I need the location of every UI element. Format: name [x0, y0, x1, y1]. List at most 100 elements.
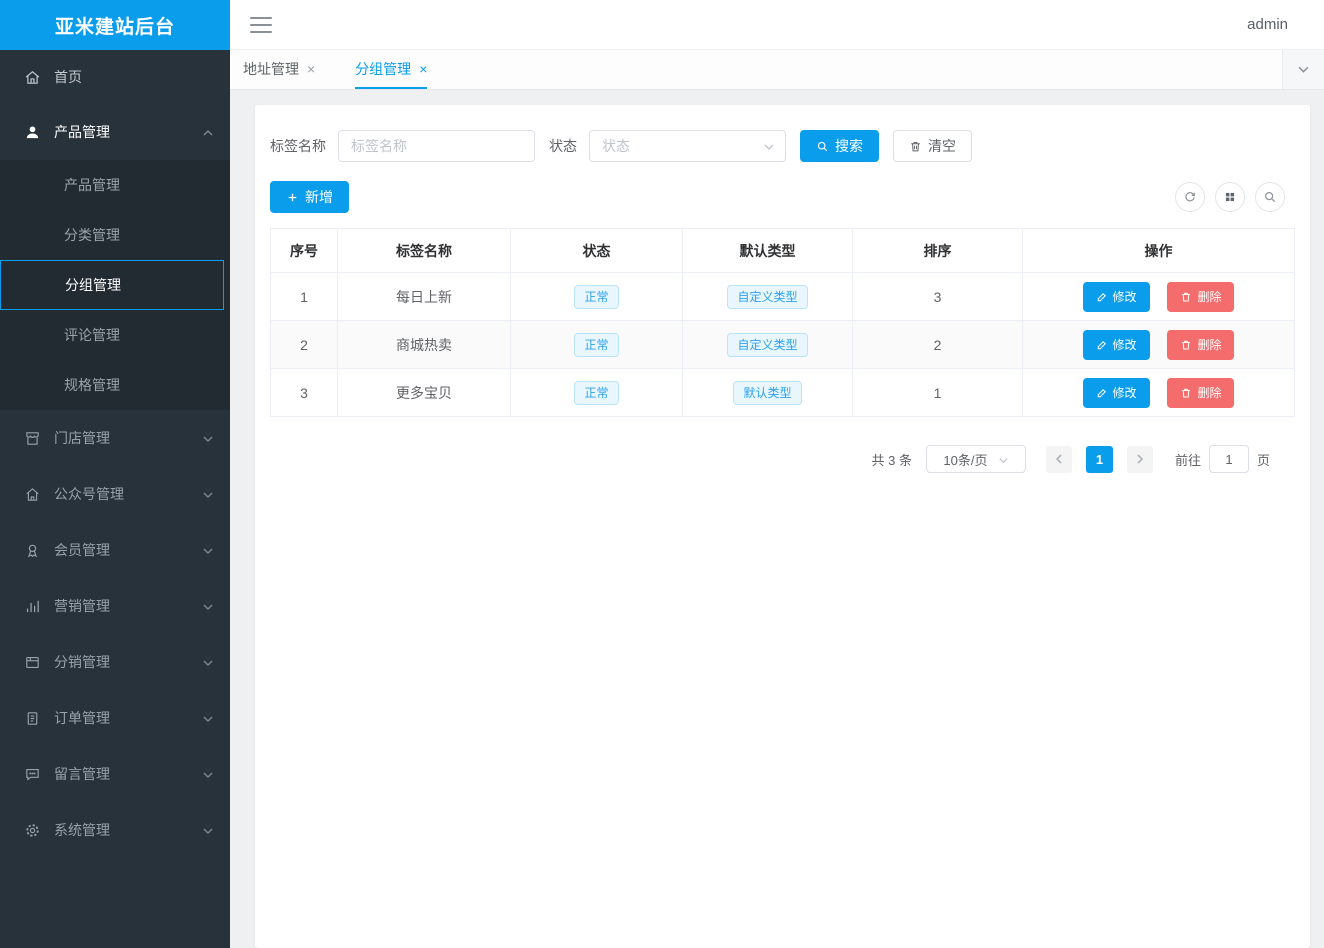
pagination: 共 3 条 10条/页 1 前往 页: [270, 445, 1295, 473]
cell-no: 1: [271, 273, 338, 321]
search-icon: [1263, 190, 1277, 204]
sidebar-item-label: 留言管理: [54, 764, 202, 784]
chevron-left-icon: [1053, 453, 1065, 465]
sidebar-item-products[interactable]: 产品管理: [0, 104, 230, 160]
sidebar-subitem-group-mgmt[interactable]: 分组管理: [0, 260, 224, 310]
app-logo-title: 亚米建站后台: [0, 0, 230, 50]
column-header-status: 状态: [511, 229, 683, 273]
status-select-placeholder: 状态: [602, 136, 630, 156]
delete-button[interactable]: 删除: [1167, 330, 1234, 360]
hamburger-menu-icon[interactable]: [250, 17, 272, 33]
sidebar-subitem-comment-mgmt[interactable]: 评论管理: [0, 310, 230, 360]
sidebar-item-label: 系统管理: [54, 820, 202, 840]
table-row: 3 更多宝贝 正常 默认类型 1 修改 删除: [271, 369, 1295, 417]
search-button[interactable]: 搜索: [800, 130, 879, 162]
refresh-icon: [1183, 190, 1197, 204]
content-card: 标签名称 状态 状态 搜索 清空: [255, 105, 1310, 948]
card-icon: [24, 654, 41, 671]
user-icon: [24, 124, 41, 141]
add-button-label: 新增: [305, 187, 333, 207]
edit-button[interactable]: 修改: [1083, 378, 1150, 408]
sidebar-item-messages[interactable]: 留言管理: [0, 746, 230, 802]
sidebar-item-stores[interactable]: 门店管理: [0, 410, 230, 466]
cell-sort: 3: [853, 273, 1023, 321]
cell-no: 2: [271, 321, 338, 369]
status-select[interactable]: 状态: [589, 130, 786, 162]
toggle-search-button[interactable]: [1255, 182, 1285, 212]
sidebar-item-label: 门店管理: [54, 428, 202, 448]
tab-address-mgmt[interactable]: 地址管理 ×: [243, 50, 315, 89]
tab-bar: 地址管理 × 分组管理 ×: [230, 50, 1324, 90]
close-icon[interactable]: ×: [307, 62, 315, 76]
delete-button[interactable]: 删除: [1167, 282, 1234, 312]
table-header-row: 序号 标签名称 状态 默认类型 排序 操作: [271, 229, 1295, 273]
name-search-input[interactable]: [338, 130, 535, 162]
cell-name: 每日上新: [338, 273, 511, 321]
sidebar-item-label: 分销管理: [54, 652, 202, 672]
cell-no: 3: [271, 369, 338, 417]
tab-overflow-button[interactable]: [1282, 50, 1324, 89]
pagination-total: 共 3 条: [872, 450, 912, 469]
pencil-icon: [1096, 387, 1108, 399]
table-tools: [1175, 182, 1285, 212]
table-toolbar: 新增: [270, 181, 1295, 213]
sidebar-subitem-spec-mgmt[interactable]: 规格管理: [0, 360, 230, 410]
search-form: 标签名称 状态 状态 搜索 清空: [270, 130, 1295, 162]
message-icon: [24, 766, 41, 783]
tab-group-mgmt[interactable]: 分组管理 ×: [355, 50, 427, 89]
clear-button[interactable]: 清空: [893, 130, 972, 162]
sidebar-item-official-account[interactable]: 公众号管理: [0, 466, 230, 522]
user-menu[interactable]: admin: [1247, 16, 1288, 33]
page-size-select[interactable]: 10条/页: [926, 445, 1026, 473]
search-icon: [816, 140, 829, 153]
pencil-icon: [1096, 291, 1108, 303]
chevron-down-icon: [202, 600, 214, 612]
next-page-button[interactable]: [1127, 446, 1153, 473]
tab-label: 地址管理: [243, 59, 299, 79]
add-button[interactable]: 新增: [270, 181, 349, 213]
sidebar-item-orders[interactable]: 订单管理: [0, 690, 230, 746]
plus-icon: [286, 191, 299, 204]
column-header-no: 序号: [271, 229, 338, 273]
goto-page-input[interactable]: [1209, 445, 1249, 473]
search-button-label: 搜索: [835, 136, 863, 156]
column-settings-button[interactable]: [1215, 182, 1245, 212]
chevron-down-icon: [202, 712, 214, 724]
tabs: 地址管理 × 分组管理 ×: [230, 50, 467, 89]
cell-sort: 1: [853, 369, 1023, 417]
gear-icon: [24, 822, 41, 839]
store-icon: [24, 430, 41, 447]
sidebar-item-system[interactable]: 系统管理: [0, 802, 230, 858]
sidebar-item-marketing[interactable]: 营销管理: [0, 578, 230, 634]
sidebar-item-label: 首页: [54, 67, 214, 87]
delete-button-label: 删除: [1197, 288, 1221, 305]
chevron-down-icon: [1297, 63, 1310, 76]
name-field-label: 标签名称: [270, 136, 326, 156]
status-field-label: 状态: [549, 136, 577, 156]
page-number-button[interactable]: 1: [1086, 446, 1113, 473]
chevron-down-icon: [998, 454, 1009, 465]
bar-chart-icon: [24, 598, 41, 615]
status-badge: 正常: [574, 381, 618, 405]
goto-suffix: 页: [1257, 450, 1270, 469]
clear-button-label: 清空: [928, 136, 956, 156]
sidebar-subitem-category-mgmt[interactable]: 分类管理: [0, 210, 230, 260]
goto-label: 前往: [1175, 450, 1201, 469]
delete-button[interactable]: 删除: [1167, 378, 1234, 408]
column-header-name: 标签名称: [338, 229, 511, 273]
tab-label: 分组管理: [355, 59, 411, 79]
type-badge: 自定义类型: [727, 333, 807, 357]
edit-button[interactable]: 修改: [1083, 282, 1150, 312]
edit-button[interactable]: 修改: [1083, 330, 1150, 360]
chevron-right-icon: [1134, 453, 1146, 465]
sidebar-item-home[interactable]: 首页: [0, 50, 230, 104]
prev-page-button[interactable]: [1046, 446, 1072, 473]
type-badge: 默认类型: [733, 381, 801, 405]
sidebar-item-distribution[interactable]: 分销管理: [0, 634, 230, 690]
sidebar-subitem-product-mgmt[interactable]: 产品管理: [0, 160, 230, 210]
close-icon[interactable]: ×: [419, 62, 427, 76]
medal-icon: [24, 542, 41, 559]
status-badge: 正常: [574, 285, 618, 309]
refresh-button[interactable]: [1175, 182, 1205, 212]
sidebar-item-members[interactable]: 会员管理: [0, 522, 230, 578]
